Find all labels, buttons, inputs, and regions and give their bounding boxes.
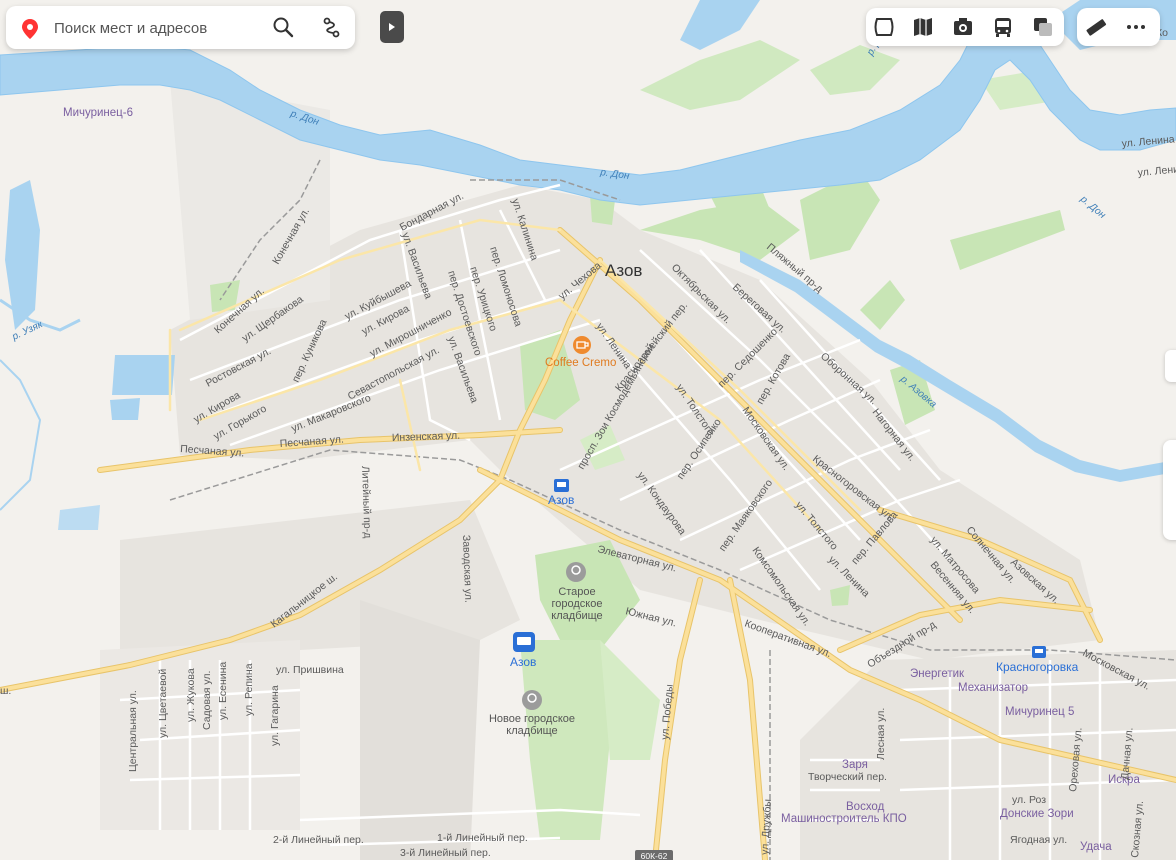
search-button[interactable] bbox=[268, 12, 298, 42]
street-label: Творческий пер. bbox=[808, 771, 887, 783]
transport-icon bbox=[995, 18, 1011, 37]
district-label: Энергетик bbox=[910, 668, 965, 680]
district-label: Мичуринец 5 bbox=[1005, 706, 1074, 718]
street-label: ул. Репина bbox=[243, 663, 255, 716]
district-label: Удача bbox=[1080, 841, 1112, 853]
ruler-icon bbox=[1086, 19, 1107, 36]
rail-station-label: Азов bbox=[548, 493, 574, 507]
rail-station-icon[interactable] bbox=[554, 479, 569, 492]
route-icon bbox=[323, 17, 340, 38]
cemetery-new-label: кладбище bbox=[506, 725, 557, 737]
rail-station-label-2: Красногоровка bbox=[996, 660, 1079, 674]
layers-switch-icon bbox=[1034, 18, 1052, 36]
photos-button[interactable] bbox=[948, 12, 978, 42]
cemetery-old-label: кладбище bbox=[551, 610, 602, 622]
right-control-tab[interactable] bbox=[1165, 350, 1176, 382]
transport-button[interactable] bbox=[988, 12, 1018, 42]
street-label: 1-й Линейный пер. bbox=[437, 832, 528, 844]
street-label: ул. Есенина bbox=[217, 662, 229, 720]
ruler-button[interactable] bbox=[1081, 12, 1111, 42]
magnifier-icon bbox=[273, 17, 294, 38]
tools-panel bbox=[1077, 8, 1160, 46]
district-label: Донские Зори bbox=[1000, 808, 1074, 820]
district-label: Мичуринец-6 bbox=[63, 107, 133, 119]
district-label: Машиностроитель КПО bbox=[781, 813, 907, 825]
layers-panel bbox=[866, 8, 1064, 46]
street-label: ул. Гагарина bbox=[269, 685, 281, 746]
panorama-icon bbox=[874, 18, 894, 36]
street-label: ул. Роз bbox=[1012, 794, 1046, 806]
cemetery-old-icon[interactable] bbox=[566, 562, 586, 582]
route-button[interactable] bbox=[317, 12, 347, 42]
coffee-marker-icon[interactable] bbox=[573, 336, 591, 354]
sidebar-toggle-button[interactable] bbox=[380, 11, 404, 43]
map-guide-icon bbox=[914, 18, 932, 36]
panorama-button[interactable] bbox=[869, 12, 899, 42]
cemetery-old-label: Старое bbox=[558, 586, 595, 598]
map-canvas[interactable]: 60К-62 р. Дон р. Дон р. Дон р. Дон р. Аз… bbox=[0, 0, 1176, 860]
street-label: ул. Цветаевой bbox=[157, 669, 169, 738]
photos-icon bbox=[954, 18, 972, 35]
bus-station-label: Азов bbox=[510, 655, 536, 669]
street-label: Ягодная ул. bbox=[1010, 834, 1067, 846]
search-panel bbox=[6, 6, 355, 49]
road-shield-icon: 60К-62 bbox=[635, 850, 673, 860]
district-label: Механизатор bbox=[958, 682, 1028, 694]
more-icon bbox=[1127, 25, 1145, 29]
zoom-control[interactable] bbox=[1163, 440, 1176, 540]
coffee-label: Coffee Cremo bbox=[545, 357, 616, 369]
street-label: Центральная ул. bbox=[127, 690, 139, 772]
street-label: Литейный пр-д bbox=[359, 466, 374, 539]
cemetery-new-icon[interactable] bbox=[522, 690, 542, 710]
location-pin-icon bbox=[22, 19, 38, 39]
street-label: ул. Жукова bbox=[185, 668, 197, 722]
street-label: ул. Пришвина bbox=[276, 664, 344, 676]
play-triangle-icon bbox=[389, 23, 395, 31]
cemetery-old-label: городское bbox=[552, 598, 603, 610]
street-label: Лесная ул. bbox=[875, 708, 887, 760]
street-label: Инзенская ул. bbox=[392, 430, 461, 444]
search-input[interactable] bbox=[52, 14, 266, 43]
street-label: ш. bbox=[0, 685, 11, 697]
cemetery-new-label: Новое городское bbox=[489, 713, 575, 725]
layers-switch-button[interactable] bbox=[1028, 12, 1058, 42]
street-label: 3-й Линейный пер. bbox=[400, 847, 491, 859]
street-label: Садовая ул. bbox=[201, 671, 213, 730]
street-label: Заводская ул. bbox=[460, 535, 474, 603]
district-label: Восход bbox=[846, 801, 885, 813]
map-guide-button[interactable] bbox=[908, 12, 938, 42]
road-shield-label: 60К-62 bbox=[641, 851, 668, 860]
more-button[interactable] bbox=[1121, 12, 1151, 42]
city-label: Азов bbox=[605, 261, 642, 280]
rail-station-icon-2[interactable] bbox=[1032, 646, 1046, 658]
bus-station-icon[interactable] bbox=[513, 632, 535, 652]
district-label: Заря bbox=[842, 759, 868, 771]
street-label: 2-й Линейный пер. bbox=[273, 834, 364, 846]
